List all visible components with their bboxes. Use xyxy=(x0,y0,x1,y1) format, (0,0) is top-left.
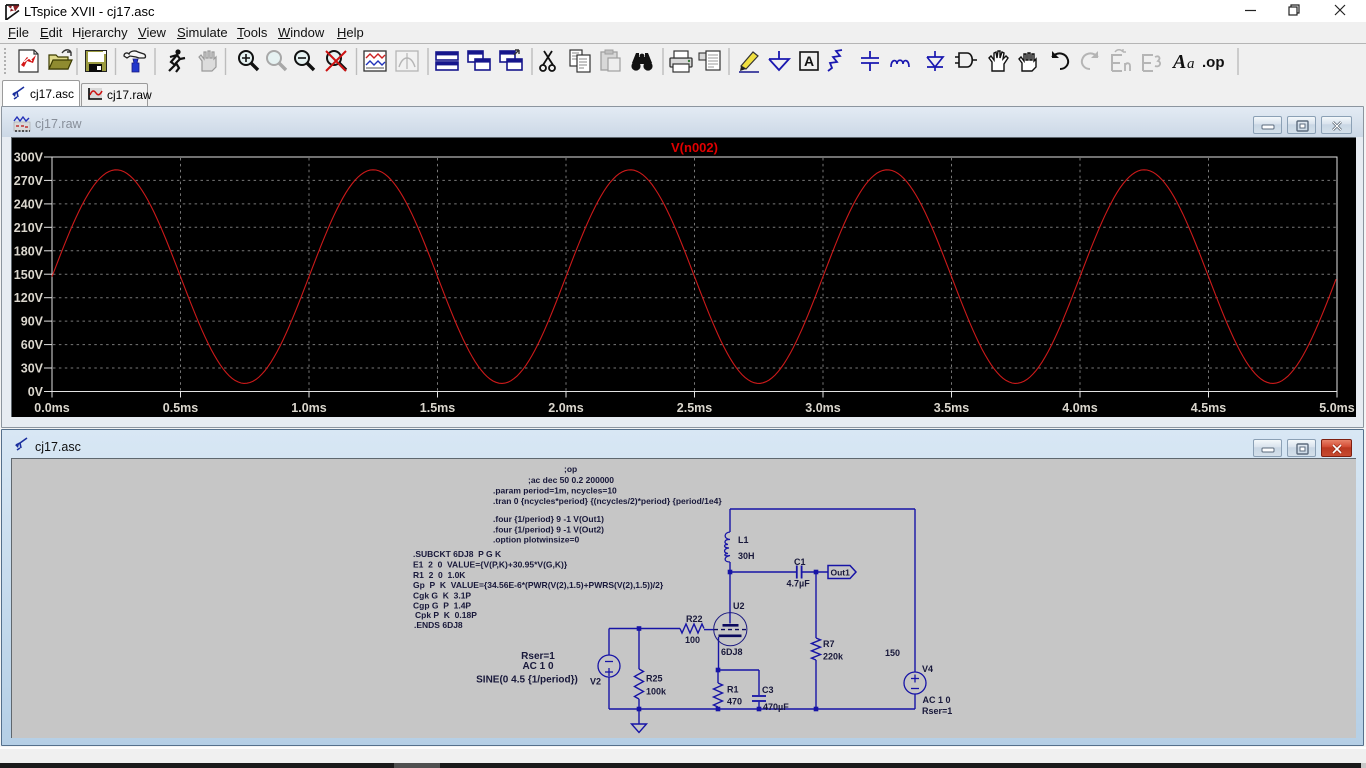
svg-text:210V: 210V xyxy=(14,221,44,235)
svg-text:R25: R25 xyxy=(646,674,663,684)
svg-text:4.5ms: 4.5ms xyxy=(1191,401,1226,415)
svg-text:R22: R22 xyxy=(686,614,703,624)
svg-text:Rser=1: Rser=1 xyxy=(922,706,952,716)
svg-text:.four {1/period} 9 -1 V(Out1): .four {1/period} 9 -1 V(Out1) xyxy=(493,514,604,524)
svg-text:4.7µF: 4.7µF xyxy=(787,579,811,589)
svg-text:220k: 220k xyxy=(823,652,844,662)
svg-text:R1: R1 xyxy=(727,685,739,695)
svg-text:U2: U2 xyxy=(733,601,745,611)
svg-text:R7: R7 xyxy=(823,639,835,649)
svg-text:0V: 0V xyxy=(28,385,44,399)
svg-text:470: 470 xyxy=(727,697,742,707)
svg-text:470µF: 470µF xyxy=(763,702,789,712)
svg-text:Cgp G P 1.4P: Cgp G P 1.4P xyxy=(413,601,471,611)
svg-text:30H: 30H xyxy=(738,551,755,561)
svg-text:1.0ms: 1.0ms xyxy=(291,401,326,415)
svg-text:6DJ8: 6DJ8 xyxy=(721,647,743,657)
svg-text:240V: 240V xyxy=(14,197,44,211)
svg-text:C1: C1 xyxy=(794,557,806,567)
svg-text:60V: 60V xyxy=(21,338,44,352)
svg-text:V4: V4 xyxy=(922,664,933,674)
svg-text:.ENDS 6DJ8: .ENDS 6DJ8 xyxy=(414,620,463,630)
svg-text:E1 2 0 VALUE={V(P,K)+30.95*: E1 2 0 VALUE={V(P,K)+30.95*V(G,K)} xyxy=(413,560,568,570)
svg-text:SINE(0 4.5 {1/period}): SINE(0 4.5 {1/period}) xyxy=(476,675,578,686)
svg-text:C3: C3 xyxy=(762,685,774,695)
svg-text:.param period=1m, ncycles=10: .param period=1m, ncycles=10 xyxy=(493,486,617,496)
svg-text:Cpk P K 0.18P: Cpk P K 0.18P xyxy=(415,610,477,620)
svg-text:.SUBCKT 6DJ8 P G K: .SUBCKT 6DJ8 P G K xyxy=(413,549,502,559)
svg-text:100: 100 xyxy=(685,635,700,645)
svg-text:2.5ms: 2.5ms xyxy=(677,401,712,415)
svg-text:Gp P K VALUE={34.56E-6*(PWR: Gp P K VALUE={34.56E-6*(PWR(V(2),1.5)+PW… xyxy=(413,580,664,590)
svg-text:1.5ms: 1.5ms xyxy=(420,401,455,415)
svg-text:V(n002): V(n002) xyxy=(671,140,718,155)
svg-text:V2: V2 xyxy=(590,677,601,687)
svg-text:0.5ms: 0.5ms xyxy=(163,401,198,415)
svg-text:A: A xyxy=(1171,51,1186,73)
svg-text:0.0ms: 0.0ms xyxy=(34,401,69,415)
svg-text:270V: 270V xyxy=(14,174,44,188)
svg-text:4.0ms: 4.0ms xyxy=(1062,401,1097,415)
svg-text:.tran 0 {ncycles*period} {(ncy: .tran 0 {ncycles*period} {(ncycles/2)*pe… xyxy=(493,496,722,506)
svg-text:.four {1/period} 9 -1 V(Out2): .four {1/period} 9 -1 V(Out2) xyxy=(493,525,604,535)
svg-text:.option plotwinsize=0: .option plotwinsize=0 xyxy=(493,535,579,545)
svg-text:L1: L1 xyxy=(738,535,749,545)
svg-text:Out1: Out1 xyxy=(831,568,851,578)
svg-text:120V: 120V xyxy=(14,291,44,305)
svg-text:;op: ;op xyxy=(564,464,577,474)
svg-text:5.0ms: 5.0ms xyxy=(1319,401,1354,415)
svg-text:AC 1 0: AC 1 0 xyxy=(923,695,951,705)
svg-text:R1 2 0 1.0K: R1 2 0 1.0K xyxy=(413,570,466,580)
svg-text:3.5ms: 3.5ms xyxy=(934,401,969,415)
svg-text:2.0ms: 2.0ms xyxy=(548,401,583,415)
svg-text:180V: 180V xyxy=(14,244,44,258)
svg-text:300V: 300V xyxy=(14,151,44,165)
svg-text:Cgk G K 3.1P: Cgk G K 3.1P xyxy=(413,591,471,601)
svg-text:30V: 30V xyxy=(21,362,44,376)
svg-text:150V: 150V xyxy=(14,268,44,282)
svg-text:100k: 100k xyxy=(646,687,667,697)
svg-text:150: 150 xyxy=(885,648,900,658)
svg-text:90V: 90V xyxy=(21,315,44,329)
svg-text:3.0ms: 3.0ms xyxy=(805,401,840,415)
svg-text:;ac dec 50 0.2 200000: ;ac dec 50 0.2 200000 xyxy=(528,475,614,485)
svg-text:AC 1 0: AC 1 0 xyxy=(522,661,554,672)
svg-text:a: a xyxy=(1187,56,1195,72)
svg-text:.op: .op xyxy=(1202,54,1225,71)
svg-text:A: A xyxy=(804,53,814,69)
